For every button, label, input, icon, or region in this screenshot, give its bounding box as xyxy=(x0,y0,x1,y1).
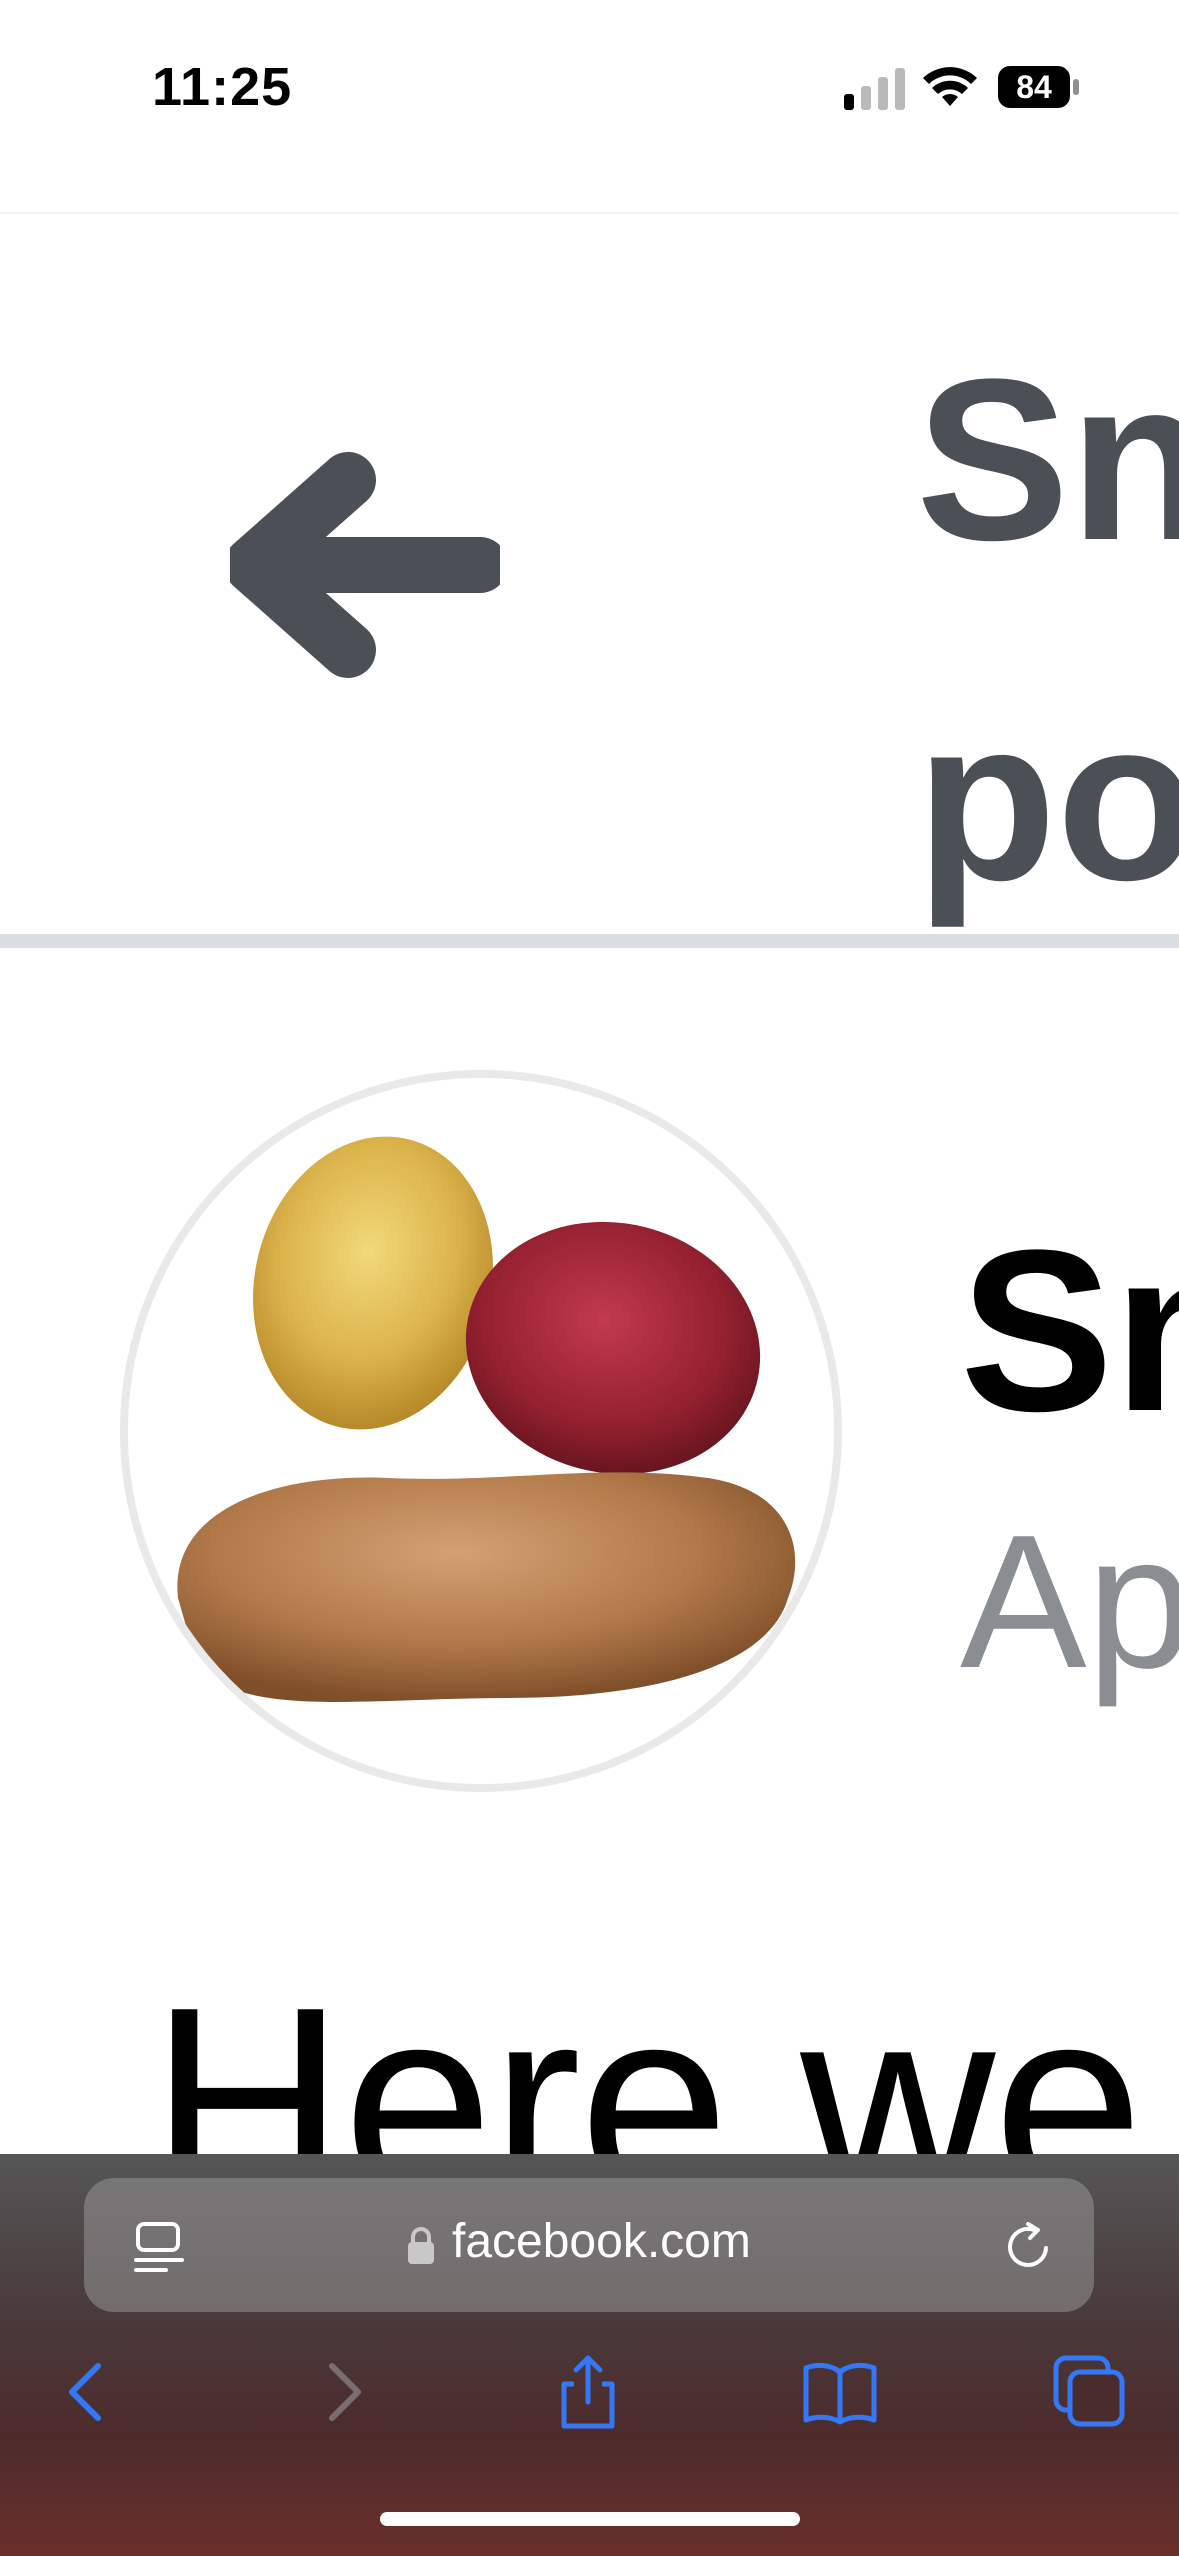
author-avatar[interactable] xyxy=(120,1070,842,1792)
lock-icon xyxy=(408,2227,434,2264)
forward-chevron-icon[interactable] xyxy=(302,2352,382,2432)
status-bar: 11:25 84 xyxy=(0,0,1179,214)
cellular-signal-icon xyxy=(844,68,905,110)
battery-level: 84 xyxy=(1016,69,1052,105)
home-indicator[interactable] xyxy=(380,2512,800,2526)
status-time: 11:25 xyxy=(152,57,293,117)
page-title: Sn po xyxy=(916,331,1179,928)
reader-icon[interactable] xyxy=(130,2218,190,2278)
bookmarks-icon[interactable] xyxy=(800,2352,880,2432)
post-text: Here we o xyxy=(150,1952,1179,2154)
back-chevron-icon[interactable] xyxy=(48,2352,128,2432)
url-text[interactable]: facebook.com xyxy=(452,2214,751,2269)
reload-icon[interactable] xyxy=(1000,2218,1056,2274)
back-arrow-icon[interactable] xyxy=(230,450,500,680)
page: 11:25 84 Sn po S Ap Here we facebook.com xyxy=(0,0,1179,2556)
author-name[interactable]: Sn xyxy=(960,1198,1179,1463)
header-divider xyxy=(0,934,1179,948)
share-icon[interactable] xyxy=(548,2352,628,2432)
post: Sn Ap Here we o xyxy=(0,948,1179,2154)
post-date[interactable]: Ap xyxy=(960,1493,1179,1711)
tabs-icon[interactable] xyxy=(1050,2352,1130,2432)
potatoes-image xyxy=(128,1078,834,1784)
wifi-icon xyxy=(923,67,977,106)
